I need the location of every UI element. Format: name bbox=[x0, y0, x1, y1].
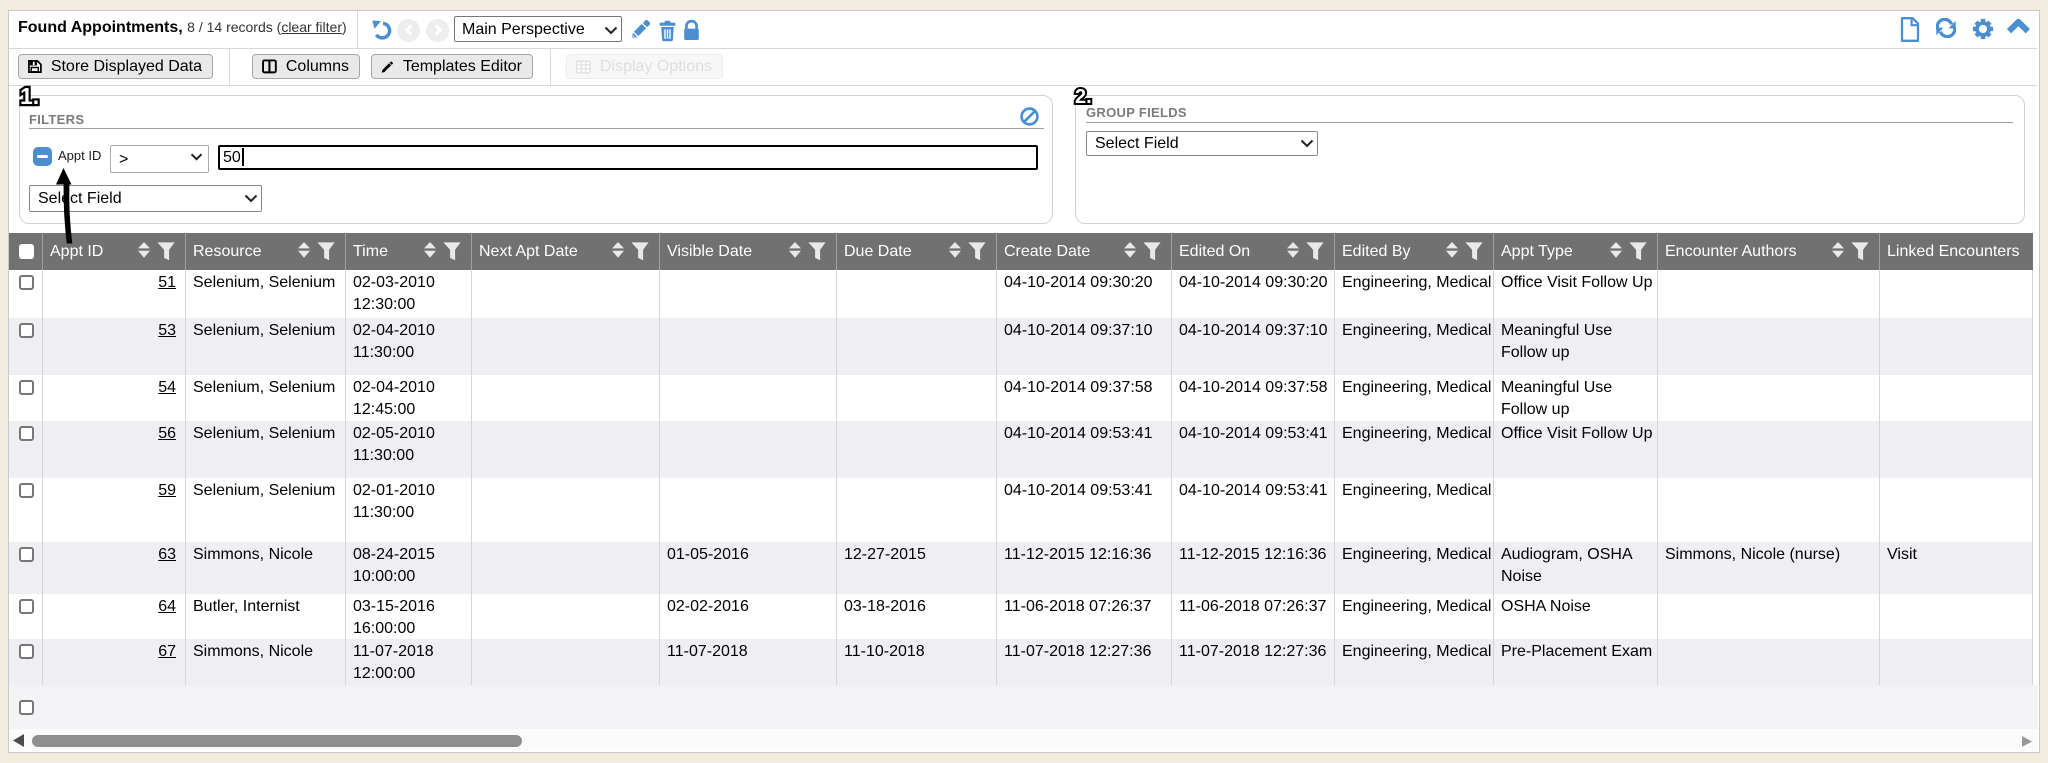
svg-text:2.: 2. bbox=[1075, 86, 1092, 108]
svg-text:1.: 1. bbox=[20, 83, 39, 109]
